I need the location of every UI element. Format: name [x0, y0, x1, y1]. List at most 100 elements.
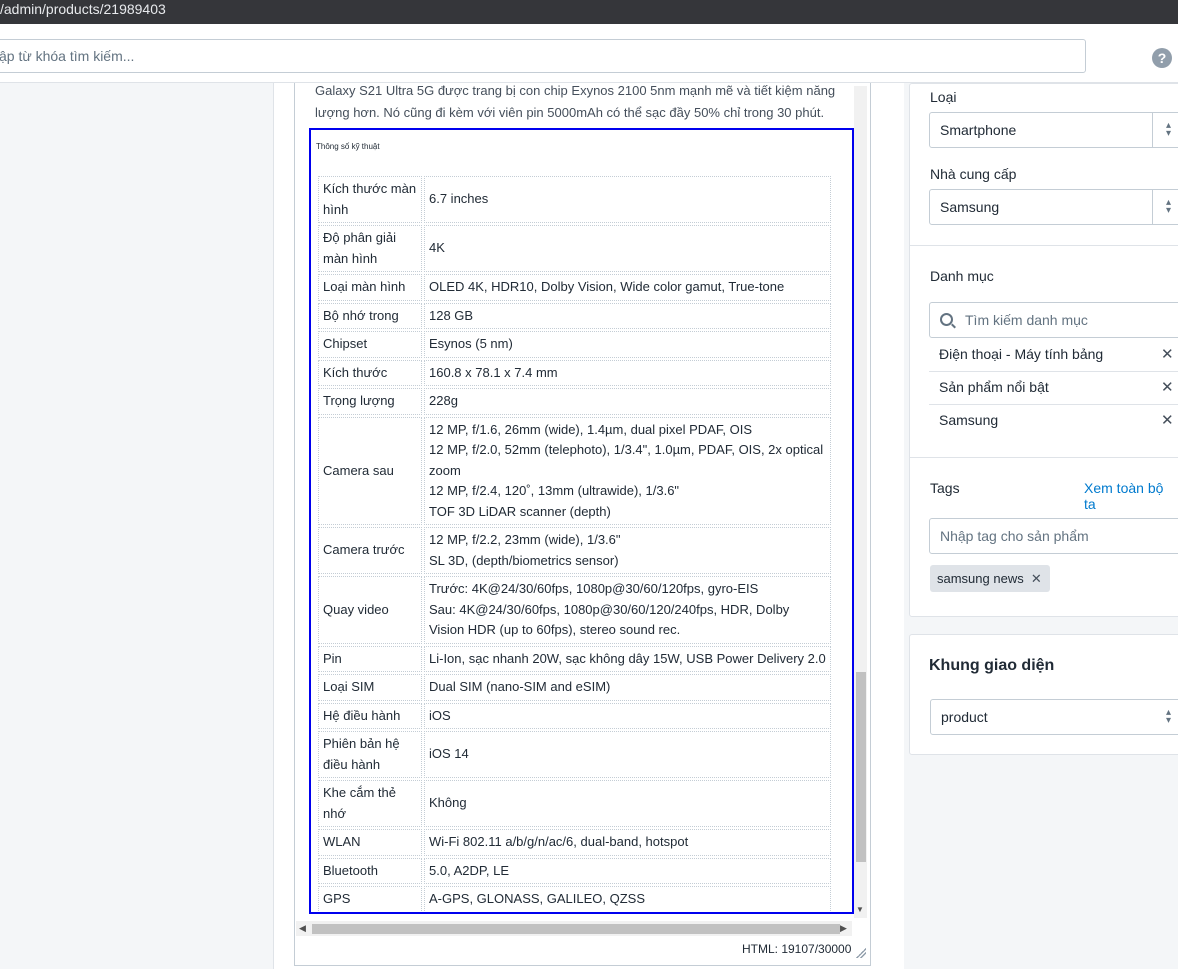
tag-input-placeholder: Nhập tag cho sản phẩm — [940, 528, 1089, 544]
spec-value: Li-Ion, sạc nhanh 20W, sạc không dây 15W… — [424, 645, 831, 672]
close-icon[interactable]: ✕ — [1161, 345, 1174, 363]
scroll-right-arrow-icon[interactable]: ▶ — [840, 923, 847, 934]
spec-row: Bộ nhớ trong 128 GB — [318, 302, 831, 329]
vendor-value: Samsung — [940, 199, 1000, 215]
spec-label: Độ phân giải màn hình — [318, 225, 422, 272]
collection-item: Điện thoại - Máy tính bảng ✕ — [929, 339, 1178, 372]
spec-value: Dual SIM (nano-SIM and eSIM) — [424, 674, 831, 701]
spec-row: Loại màn hình OLED 4K, HDR10, Dolby Visio… — [318, 274, 831, 301]
spec-row: Loại SIM Dual SIM (nano-SIM and eSIM) — [318, 674, 831, 701]
spec-label: Khe cắm thẻ nhớ — [318, 780, 422, 827]
close-icon[interactable]: ✕ — [1161, 411, 1174, 429]
spec-label: Hệ điều hành — [318, 702, 422, 729]
view-all-tags-link[interactable]: Xem toàn bộ ta — [1084, 480, 1178, 512]
scroll-down-arrow-icon[interactable]: ▼ — [856, 905, 864, 914]
spec-value: 128 GB — [424, 302, 831, 329]
spec-label: Kích thước màn hình — [318, 176, 422, 223]
spec-value: 5.0, A2DP, LE — [424, 857, 831, 884]
spec-row: GPS A-GPS, GLONASS, GALILEO, QZSS — [318, 886, 831, 912]
type-select[interactable]: Smartphone ▴ ▾ — [929, 112, 1178, 148]
close-icon[interactable]: ✕ — [1031, 565, 1042, 592]
spec-value: Trước: 4K@24/30/60fps, 1080p@30/60/120fp… — [424, 576, 831, 644]
spec-row: Hệ điều hành iOS — [318, 702, 831, 729]
collections-label: Danh mục — [930, 268, 994, 284]
help-icon[interactable]: ? — [1152, 48, 1172, 68]
spec-row: Khe cắm thẻ nhớ Không — [318, 780, 831, 827]
spec-label: Loại SIM — [318, 674, 422, 701]
type-label: Loại — [930, 89, 957, 105]
tag-chip: samsung news ✕ — [930, 565, 1050, 592]
spec-label: Quay video — [318, 576, 422, 644]
spec-row: Độ phân giải màn hình 4K — [318, 225, 831, 272]
specs-caption: Thông số kỹ thuật — [316, 142, 380, 151]
tags-label: Tags — [930, 480, 960, 496]
spec-row: Phiên bản hệ điều hành iOS 14 — [318, 731, 831, 778]
vendor-label: Nhà cung cấp — [930, 166, 1017, 182]
spec-label: Phiên bản hệ điều hành — [318, 731, 422, 778]
spec-value: iOS 14 — [424, 731, 831, 778]
spec-label: Kích thước — [318, 359, 422, 386]
spec-label: WLAN — [318, 829, 422, 856]
scroll-left-arrow-icon[interactable]: ◀ — [299, 923, 306, 934]
top-bar: ập từ khóa tìm kiếm... ? — [0, 24, 1178, 83]
template-select[interactable]: product ▴ ▾ — [930, 699, 1178, 735]
spec-row: Chipset Esynos (5 nm) — [318, 331, 831, 358]
url-text: /admin/products/21989403 — [0, 1, 166, 17]
template-value: product — [941, 709, 988, 725]
spec-label: Bluetooth — [318, 857, 422, 884]
global-search-input[interactable]: ập từ khóa tìm kiếm... — [0, 39, 1086, 73]
vendor-select[interactable]: Samsung ▴ ▾ — [929, 189, 1178, 225]
spec-value: A-GPS, GLONASS, GALILEO, QZSS — [424, 886, 831, 912]
close-icon[interactable]: ✕ — [1161, 378, 1174, 396]
tag-chip-label: samsung news — [937, 571, 1024, 586]
spec-label: Loại màn hình — [318, 274, 422, 301]
collection-name: Sản phẩm nổi bật — [939, 379, 1049, 395]
spec-value: 228g — [424, 388, 831, 415]
spec-row: Camera trước 12 MP, f/2.2, 23mm (wide), 1… — [318, 527, 831, 574]
collection-item: Sản phẩm nổi bật ✕ — [929, 372, 1178, 405]
specs-table: Kích thước màn hình 6.7 inches Độ phân giả… — [316, 174, 833, 912]
collection-name: Samsung — [939, 412, 999, 428]
spec-value: 6.7 inches — [424, 176, 831, 223]
specs-block[interactable]: Thông số kỹ thuật Kích thước màn hình 6.7… — [309, 128, 854, 914]
tag-input[interactable]: Nhập tag cho sản phẩm — [929, 518, 1178, 554]
spec-row: Pin Li-Ion, sạc nhanh 20W, sạc không dây … — [318, 645, 831, 672]
spec-row: Camera sau 12 MP, f/1.6, 26mm (wide), 1.4… — [318, 416, 831, 525]
html-char-count: HTML: 19107/30000 — [742, 942, 852, 956]
collection-item: Samsung ✕ — [929, 405, 1178, 438]
collections-search-input[interactable]: Tìm kiếm danh mục — [929, 302, 1178, 338]
spec-label: Bộ nhớ trong — [318, 302, 422, 329]
spec-row: Trọng lượng 228g — [318, 388, 831, 415]
spec-row: Kích thước màn hình 6.7 inches — [318, 176, 831, 223]
search-placeholder: ập từ khóa tìm kiếm... — [0, 48, 135, 64]
description-intro: Galaxy S21 Ultra 5G được trang bị con ch… — [315, 83, 836, 120]
up-down-chevron-icon: ▴ ▾ — [1166, 707, 1172, 726]
browser-address-bar[interactable]: /admin/products/21989403 — [0, 0, 1178, 24]
spec-value: Esynos (5 nm) — [424, 331, 831, 358]
up-down-chevron-icon: ▴ ▾ — [1152, 113, 1178, 147]
spec-label: Pin — [318, 645, 422, 672]
spec-value: 160.8 x 78.1 x 7.4 mm — [424, 359, 831, 386]
editor-vertical-scroll-thumb[interactable] — [856, 672, 866, 862]
spec-label: Camera trước — [318, 527, 422, 574]
spec-value: 4K — [424, 225, 831, 272]
spec-value: 12 MP, f/1.6, 26mm (wide), 1.4µm, dual p… — [424, 416, 831, 525]
spec-value: iOS — [424, 702, 831, 729]
collection-name: Điện thoại - Máy tính bảng — [939, 346, 1104, 362]
spec-label: Trọng lượng — [318, 388, 422, 415]
left-column — [0, 83, 274, 969]
spec-row: Kích thước 160.8 x 78.1 x 7.4 mm — [318, 359, 831, 386]
spec-row: Quay video Trước: 4K@24/30/60fps, 1080p@3… — [318, 576, 831, 644]
divider — [910, 245, 1178, 246]
resize-handle-icon[interactable] — [856, 948, 866, 958]
spec-value: OLED 4K, HDR10, Dolby Vision, Wide color… — [424, 274, 831, 301]
template-card — [909, 634, 1178, 755]
spec-row: WLAN Wi-Fi 802.11 a/b/g/n/ac/6, dual-band… — [318, 829, 831, 856]
spec-value: Không — [424, 780, 831, 827]
magnifier-icon — [940, 313, 953, 326]
up-down-chevron-icon: ▴ ▾ — [1152, 190, 1178, 224]
type-value: Smartphone — [940, 122, 1017, 138]
editor-horizontal-scroll-thumb[interactable] — [312, 924, 840, 934]
divider — [910, 457, 1178, 458]
spec-label: Chipset — [318, 331, 422, 358]
